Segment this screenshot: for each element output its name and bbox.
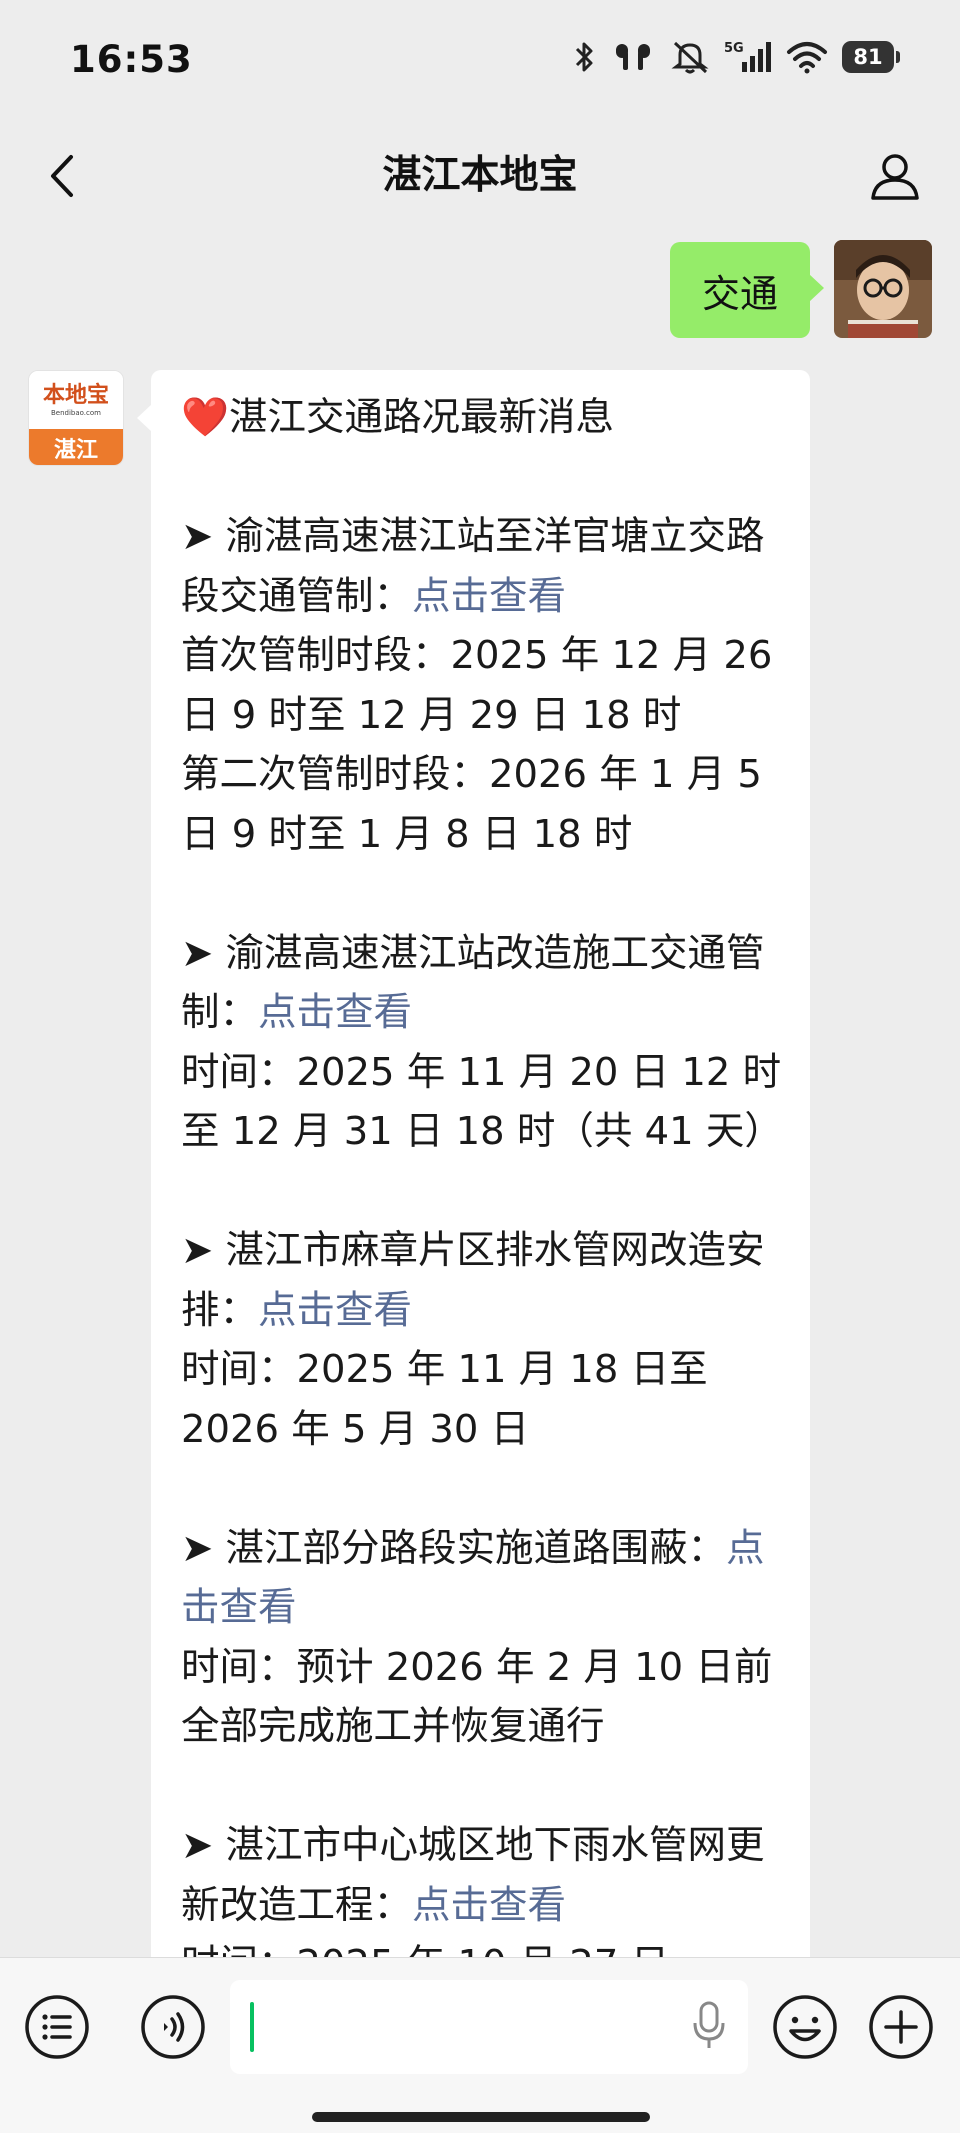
wifi-icon [787, 42, 827, 74]
nav-bar: 湛江本地宝 [0, 122, 960, 232]
item-detail: 时间：预计 2026 年 2 月 10 日前全部完成施工并恢复通行 [181, 1644, 773, 1750]
outgoing-message[interactable]: 交通 [669, 242, 825, 338]
mute-icon [671, 41, 709, 74]
view-link[interactable]: 点击查看 [412, 574, 566, 619]
list-menu-icon [25, 1995, 89, 2059]
status-bar: 16:53 5G 81 [0, 0, 960, 122]
voice-icon [141, 1995, 205, 2059]
voice-button[interactable] [140, 1994, 206, 2060]
item-detail: 时间：2025 年 11 月 20 日 12 时至 12 月 31 日 18 时… [181, 1049, 783, 1155]
person-icon [871, 154, 919, 200]
list-item-heading: ➤ 湛江部分路段实施道路围蔽：点击查看 [181, 1519, 782, 1638]
chat-area[interactable]: 交通 本地宝 Bendibao.com 湛江 ❤️湛江交通路况最新消息 ➤ 渝湛… [0, 232, 960, 1957]
view-link[interactable]: 点击查看 [258, 1288, 412, 1333]
list-item-heading: ➤ 渝湛高速湛江站改造施工交通管制：点击查看 [181, 924, 782, 1043]
page-title: 湛江本地宝 [382, 153, 578, 198]
bot-avatar-logo: 本地宝 Bendibao.com [29, 371, 123, 429]
network-label: 5G [724, 41, 744, 56]
emoji-icon [773, 1995, 837, 2059]
battery-level: 81 [853, 45, 883, 69]
plus-button[interactable] [868, 1994, 934, 2060]
profile-button[interactable] [860, 142, 930, 212]
arrow-bullet-icon: ➤ [181, 930, 214, 976]
list-item-heading: ➤ 渝湛高速湛江站至洋官塘立交路段交通管制：点击查看 [181, 507, 782, 626]
message-input[interactable] [230, 1980, 748, 2074]
list-item-heading: ➤ 湛江市中心城区地下雨水管网更新改造工程：点击查看 [181, 1816, 782, 1935]
message-title-line: ❤️湛江交通路况最新消息 [181, 388, 782, 448]
bot-avatar-city: 湛江 [29, 429, 123, 465]
home-indicator[interactable] [312, 2112, 650, 2122]
mic-button[interactable] [684, 1998, 734, 2054]
item-detail: 第二次管制时段：2026 年 1 月 5 日 9 时至 1 月 8 日 18 时 [181, 752, 762, 857]
incoming-message[interactable]: ❤️湛江交通路况最新消息 ➤ 渝湛高速湛江站至洋官塘立交路段交通管制：点击查看 … [137, 370, 810, 1957]
emoji-button[interactable] [772, 1994, 838, 2060]
bot-avatar[interactable]: 本地宝 Bendibao.com 湛江 [28, 370, 124, 466]
bluetooth-icon [575, 42, 593, 72]
outgoing-message-text: 交通 [701, 271, 778, 316]
menu-button[interactable] [24, 1994, 90, 2060]
microphone-icon [693, 2001, 725, 2048]
status-icons: 5G 81 [572, 40, 900, 74]
battery-icon: 81 [842, 41, 900, 73]
status-time: 16:53 [70, 38, 193, 81]
list-item-heading: ➤ 湛江市麻章片区排水管网改造安排：点击查看 [181, 1221, 782, 1340]
text-caret [250, 2002, 254, 2052]
earbuds-icon [616, 44, 650, 70]
item-heading-text: 湛江部分路段实施道路围蔽： [213, 1525, 727, 1571]
item-detail: 时间：2025 年 11 月 18 日至 2026 年 5 月 30 日 [181, 1347, 708, 1452]
message-title: 湛江交通路况最新消息 [228, 395, 614, 440]
item-detail: 时间：2025 年 10 月 27 日 - 2026 [181, 1935, 782, 1957]
logo-text: 本地宝 [42, 381, 109, 408]
signal-icon: 5G [724, 41, 771, 72]
plus-icon [869, 1995, 933, 2059]
arrow-bullet-icon: ➤ [181, 1228, 214, 1273]
logo-sub: Bendibao.com [50, 408, 101, 417]
arrow-bullet-icon: ➤ [181, 1823, 214, 1868]
input-bar [0, 1957, 960, 2133]
arrow-bullet-icon: ➤ [181, 514, 214, 559]
user-photo-icon [834, 240, 932, 338]
view-link[interactable]: 点击查看 [412, 1883, 566, 1928]
heart-icon: ❤️ [181, 395, 229, 440]
user-avatar[interactable] [834, 240, 932, 338]
item-detail: 首次管制时段：2025 年 12 月 26 日 9 时至 12 月 29 日 1… [181, 633, 773, 738]
arrow-bullet-icon: ➤ [181, 1525, 214, 1571]
view-link[interactable]: 点击查看 [258, 990, 412, 1035]
